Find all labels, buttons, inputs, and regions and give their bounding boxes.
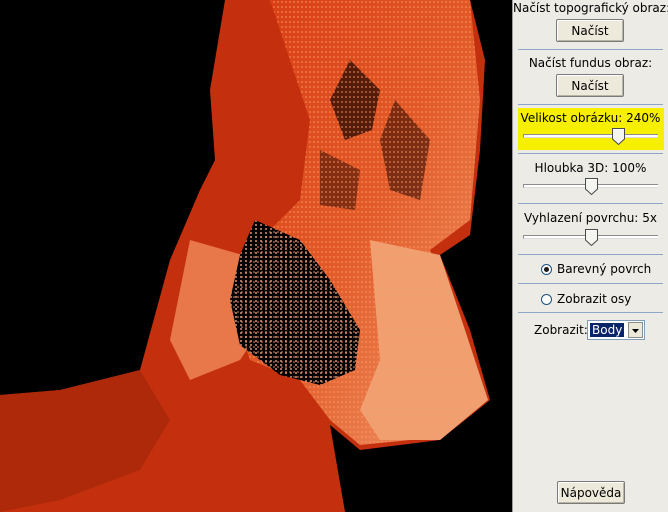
color-surface-radio[interactable] (541, 264, 552, 275)
smoothing-label: Vyhlazení povrchu: 5x (513, 211, 668, 225)
depth-3d-label: Hloubka 3D: 100% (513, 161, 668, 175)
show-axes-label[interactable]: Zobrazit osy (557, 292, 631, 306)
depth-3d-caption: Hloubka 3D: (534, 161, 609, 175)
radio-checked-dot (544, 267, 549, 272)
load-topo-button[interactable]: Načíst (556, 19, 624, 42)
show-axes-radio[interactable] (541, 294, 552, 305)
image-size-caption: Velikost obrázku: (520, 111, 623, 125)
image-size-value: 240% (626, 111, 661, 125)
help-button[interactable]: Nápověda (557, 481, 625, 504)
image-size-label: Velikost obrázku: 240% (513, 111, 668, 125)
surface-render (0, 0, 490, 512)
display-mode-label: Zobrazit: (534, 323, 588, 337)
chevron-down-icon[interactable] (628, 322, 643, 338)
control-panel: Načíst topografický obraz: Načíst Načíst… (512, 0, 668, 512)
separator (518, 153, 663, 154)
color-surface-label[interactable]: Barevný povrch (557, 262, 651, 276)
slider-thumb-icon[interactable] (585, 229, 598, 246)
3d-surface-viewport[interactable] (0, 0, 512, 512)
slider-thumb-icon[interactable] (585, 178, 598, 195)
separator (518, 203, 663, 204)
fundus-image-label: Načíst fundus obraz: (528, 56, 653, 70)
smoothing-caption: Vyhlazení povrchu: (524, 211, 639, 225)
separator (518, 254, 663, 255)
display-mode-value: Body (590, 323, 625, 337)
separator (518, 104, 663, 105)
slider-thumb-icon[interactable] (612, 128, 625, 145)
separator (518, 49, 663, 50)
separator (518, 283, 663, 284)
image-size-slider[interactable] (523, 134, 658, 138)
separator (518, 312, 663, 313)
load-fundus-button[interactable]: Načíst (556, 74, 624, 97)
depth-3d-value: 100% (612, 161, 647, 175)
smoothing-value: 5x (642, 211, 657, 225)
dropdown-arrow-glyph (632, 329, 639, 333)
topo-image-label: Načíst topografický obraz: (513, 1, 668, 15)
display-mode-select[interactable]: Body (587, 320, 645, 340)
